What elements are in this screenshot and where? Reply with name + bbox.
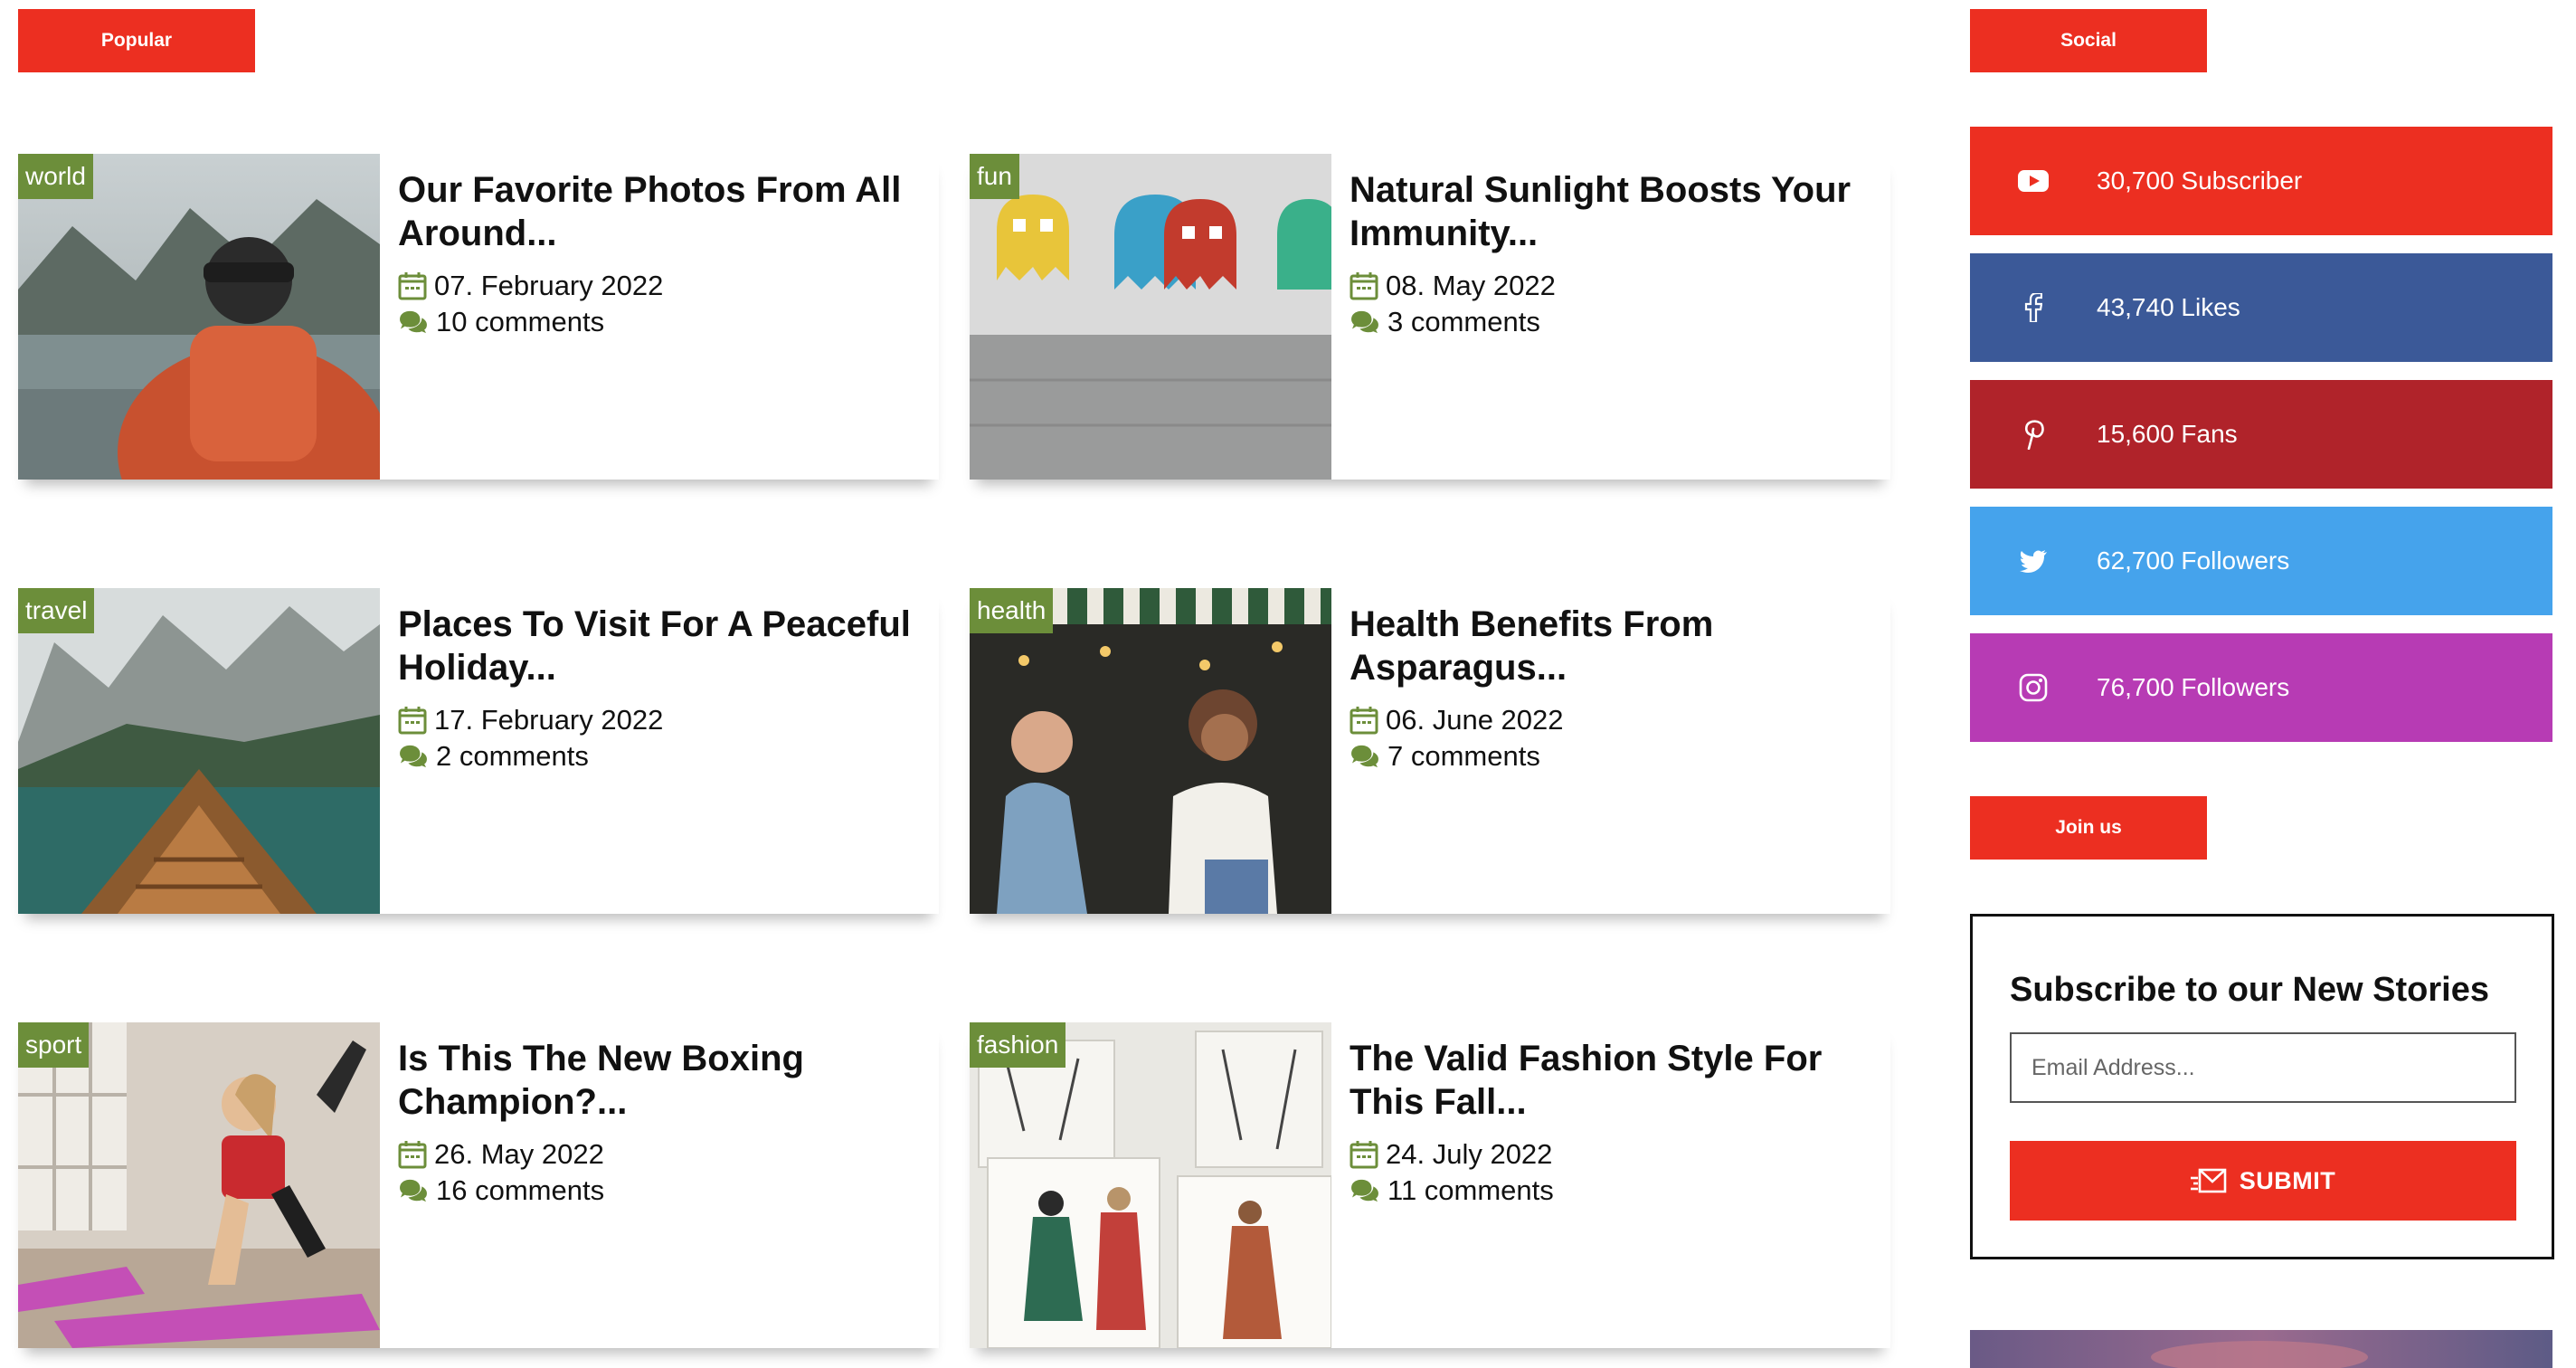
post-comments-text[interactable]: 3 comments — [1387, 304, 1540, 340]
social-pinterest-count: 15,600 Fans — [2097, 420, 2238, 448]
social-section-label: Social — [1970, 9, 2207, 72]
post-thumbnail-fun[interactable]: fun — [970, 154, 1331, 480]
post-title[interactable]: Natural Sunlight Boosts Your Immunity... — [1350, 168, 1881, 255]
social-twitter-button[interactable]: 62,700 Followers — [1970, 507, 2552, 615]
category-badge[interactable]: sport — [18, 1022, 90, 1068]
post-thumbnail-travel[interactable]: travel — [18, 588, 380, 914]
comments-icon — [1350, 309, 1380, 335]
comments-icon — [1350, 744, 1380, 769]
post-title[interactable]: Is This The New Boxing Champion?... — [398, 1037, 930, 1124]
calendar-icon — [398, 1140, 427, 1169]
social-youtube-button[interactable]: 30,700 Subscriber — [1970, 127, 2552, 235]
post-date: 08. May 2022 — [1350, 268, 1881, 304]
social-instagram-count: 76,700 Followers — [2097, 673, 2290, 701]
comments-icon — [398, 744, 429, 769]
social-twitter-count: 62,700 Followers — [2097, 546, 2290, 575]
post-body: Health Benefits From Asparagus... 06. Ju… — [1350, 603, 1881, 774]
category-badge[interactable]: fashion — [970, 1022, 1066, 1068]
post-date: 24. July 2022 — [1350, 1136, 1881, 1173]
post-body: Our Favorite Photos From All Around... 0… — [398, 168, 930, 340]
post-thumbnail-health[interactable]: health — [970, 588, 1331, 914]
social-facebook-count: 43,740 Likes — [2097, 293, 2240, 321]
twitter-icon — [1970, 549, 2097, 573]
join-section-label: Join us — [1970, 796, 2207, 860]
post-date: 07. February 2022 — [398, 268, 930, 304]
pinterest-icon — [1970, 419, 2097, 450]
post-card[interactable]: fashion The Valid Fashion Style For This… — [970, 1022, 1890, 1348]
post-body: Places To Visit For A Peaceful Holiday..… — [398, 603, 930, 774]
post-comments[interactable]: 10 comments — [398, 304, 930, 340]
popular-section-label: Popular — [18, 9, 255, 72]
post-comments-text[interactable]: 2 comments — [436, 738, 589, 774]
post-comments-text[interactable]: 7 comments — [1387, 738, 1540, 774]
post-card[interactable]: fun Natural Sunlight Boosts Your Immunit… — [970, 154, 1890, 480]
post-date: 26. May 2022 — [398, 1136, 930, 1173]
sidebar-image[interactable] — [1970, 1330, 2552, 1368]
subscribe-widget: Subscribe to our New Stories SUBMIT — [1970, 914, 2554, 1259]
post-comments[interactable]: 3 comments — [1350, 304, 1881, 340]
post-title[interactable]: Health Benefits From Asparagus... — [1350, 603, 1881, 689]
post-thumbnail-world[interactable]: world — [18, 154, 380, 480]
post-comments-text[interactable]: 10 comments — [436, 304, 604, 340]
post-body: The Valid Fashion Style For This Fall...… — [1350, 1037, 1881, 1209]
post-title[interactable]: Our Favorite Photos From All Around... — [398, 168, 930, 255]
calendar-icon — [1350, 706, 1378, 735]
post-thumbnail-fashion[interactable]: fashion — [970, 1022, 1331, 1348]
calendar-icon — [1350, 271, 1378, 300]
calendar-icon — [398, 706, 427, 735]
category-badge[interactable]: travel — [18, 588, 95, 633]
post-date: 17. February 2022 — [398, 702, 930, 738]
post-comments[interactable]: 11 comments — [1350, 1173, 1881, 1209]
submit-button[interactable]: SUBMIT — [2010, 1141, 2516, 1221]
post-body: Natural Sunlight Boosts Your Immunity...… — [1350, 168, 1881, 340]
post-date-text: 08. May 2022 — [1386, 270, 1556, 301]
social-instagram-button[interactable]: 76,700 Followers — [1970, 633, 2552, 742]
category-badge[interactable]: health — [970, 588, 1054, 633]
post-date-text: 17. February 2022 — [434, 704, 664, 736]
post-card[interactable]: travel Places To Visit For A Peaceful Ho… — [18, 588, 939, 914]
mail-send-icon — [2190, 1168, 2227, 1193]
post-comments-text[interactable]: 16 comments — [436, 1173, 604, 1209]
post-body: Is This The New Boxing Champion?... 26. … — [398, 1037, 930, 1209]
youtube-icon — [1970, 168, 2097, 194]
comments-icon — [398, 309, 429, 335]
social-facebook-button[interactable]: 43,740 Likes — [1970, 253, 2552, 362]
post-comments[interactable]: 16 comments — [398, 1173, 930, 1209]
post-date-text: 26. May 2022 — [434, 1138, 604, 1170]
calendar-icon — [1350, 1140, 1378, 1169]
post-comments-text[interactable]: 11 comments — [1387, 1173, 1554, 1209]
calendar-icon — [398, 271, 427, 300]
instagram-icon — [1970, 673, 2097, 702]
post-date-text: 07. February 2022 — [434, 270, 664, 301]
comments-icon — [398, 1178, 429, 1203]
social-youtube-count: 30,700 Subscriber — [2097, 166, 2303, 195]
social-pinterest-button[interactable]: 15,600 Fans — [1970, 380, 2552, 489]
submit-label: SUBMIT — [2239, 1166, 2336, 1194]
post-title[interactable]: The Valid Fashion Style For This Fall... — [1350, 1037, 1881, 1124]
category-badge[interactable]: world — [18, 154, 93, 199]
post-thumbnail-sport[interactable]: sport — [18, 1022, 380, 1348]
post-comments[interactable]: 2 comments — [398, 738, 930, 774]
email-field[interactable] — [2010, 1032, 2516, 1103]
post-comments[interactable]: 7 comments — [1350, 738, 1881, 774]
category-badge[interactable]: fun — [970, 154, 1019, 199]
subscribe-title: Subscribe to our New Stories — [2010, 971, 2489, 1009]
post-card[interactable]: sport Is This The New Boxing Champion?..… — [18, 1022, 939, 1348]
post-title[interactable]: Places To Visit For A Peaceful Holiday..… — [398, 603, 930, 689]
post-date: 06. June 2022 — [1350, 702, 1881, 738]
post-card[interactable]: health Health Benefits From Asparagus...… — [970, 588, 1890, 914]
post-date-text: 06. June 2022 — [1386, 704, 1564, 736]
comments-icon — [1350, 1178, 1380, 1203]
post-card[interactable]: world Our Favorite Photos From All Aroun… — [18, 154, 939, 480]
facebook-icon — [1970, 293, 2097, 322]
post-date-text: 24. July 2022 — [1386, 1138, 1553, 1170]
